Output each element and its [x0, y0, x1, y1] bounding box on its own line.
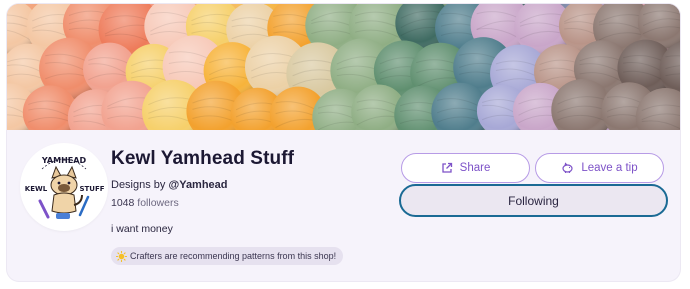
avatar-text-right: STUFF	[79, 185, 104, 193]
designer-line: Designs by @Yamhead	[111, 179, 228, 191]
share-external-icon	[442, 162, 452, 173]
followers-count: 1048 followers	[111, 197, 179, 209]
avatar-text-left: KEWL	[25, 185, 48, 193]
yarn-balls-illustration	[7, 4, 680, 130]
designer-handle-link[interactable]: @Yamhead	[168, 179, 227, 191]
recommendation-badge: Crafters are recommending patterns from …	[111, 247, 344, 265]
piggy-bank-icon	[562, 162, 573, 173]
followers-number: 1048	[111, 197, 135, 209]
leave-tip-button[interactable]: Leave a tip	[535, 153, 664, 183]
designs-prefix: Designs by	[111, 179, 166, 191]
shop-avatar[interactable]: YAMHEAD KEWL STUFF	[22, 145, 106, 229]
following-label: Following	[508, 193, 559, 208]
cat-logo-icon: YAMHEAD KEWL STUFF	[25, 156, 105, 219]
share-button[interactable]: Share	[401, 153, 530, 183]
banner-image	[7, 4, 680, 130]
sun-icon	[116, 250, 127, 262]
shop-bio: i want money	[111, 223, 173, 235]
share-label: Share	[459, 162, 491, 174]
tip-label: Leave a tip	[581, 162, 638, 174]
followers-label: followers	[137, 197, 179, 209]
badge-text: Crafters are recommending patterns from …	[130, 251, 337, 261]
following-button[interactable]: Following	[399, 184, 668, 217]
shop-header-card: YAMHEAD KEWL STUFF Kewl Yamhead Stuff De…	[7, 4, 680, 281]
shop-name: Kewl Yamhead Stuff	[111, 148, 295, 169]
